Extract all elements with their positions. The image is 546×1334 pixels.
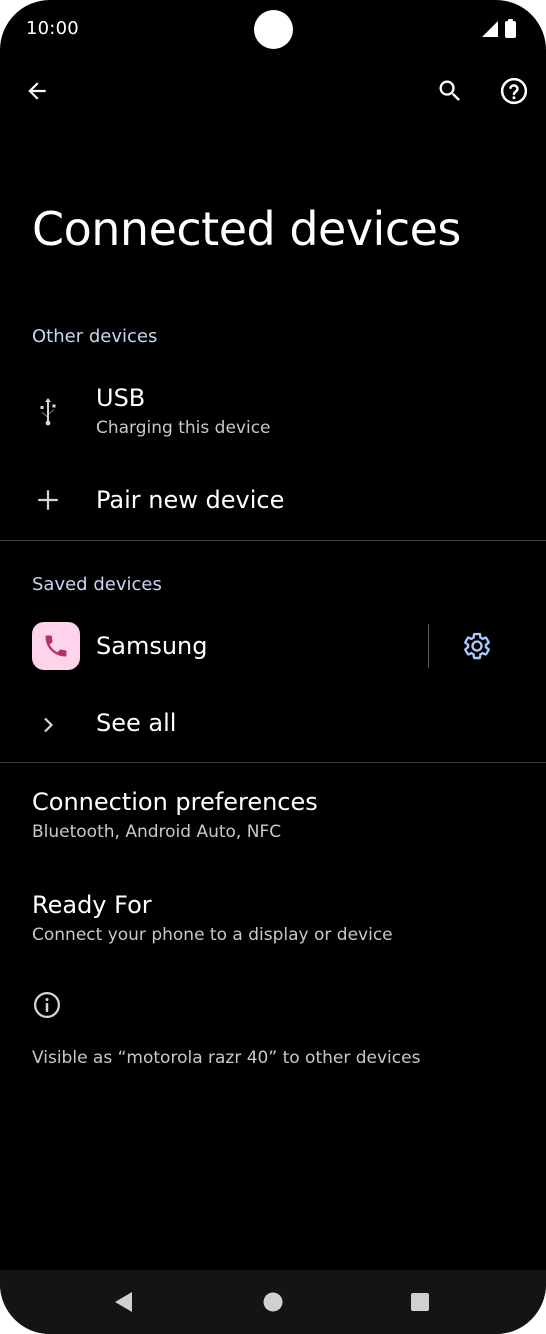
connection-preferences-title: Connection preferences bbox=[32, 788, 318, 816]
other-devices-header: Other devices bbox=[32, 326, 158, 347]
help-button[interactable] bbox=[492, 69, 536, 113]
pair-new-device-title: Pair new device bbox=[96, 486, 285, 514]
connection-preferences-row[interactable]: Connection preferences Bluetooth, Androi… bbox=[0, 782, 546, 858]
nav-home-button[interactable] bbox=[251, 1282, 295, 1322]
navigation-bar bbox=[0, 1270, 546, 1334]
phone-icon bbox=[45, 635, 67, 657]
info-icon bbox=[32, 990, 62, 1020]
back-button[interactable] bbox=[15, 69, 59, 113]
status-icons bbox=[480, 19, 520, 39]
nav-home-icon bbox=[263, 1292, 283, 1312]
saved-devices-header: Saved devices bbox=[32, 574, 162, 595]
gear-icon bbox=[464, 632, 490, 660]
usb-row[interactable]: USB Charging this device bbox=[0, 376, 546, 452]
plus-icon bbox=[30, 482, 66, 518]
usb-title: USB bbox=[96, 384, 146, 412]
help-circle-icon bbox=[500, 77, 528, 105]
ready-for-subtitle: Connect your phone to a display or devic… bbox=[32, 925, 393, 945]
search-button[interactable] bbox=[428, 69, 472, 113]
divider bbox=[0, 762, 546, 763]
device-avatar bbox=[32, 622, 80, 670]
nav-recents-button[interactable] bbox=[398, 1282, 442, 1322]
connection-preferences-subtitle: Bluetooth, Android Auto, NFC bbox=[32, 822, 282, 842]
status-time: 10:00 bbox=[26, 18, 79, 39]
phone-screen: 10:00 Connected devices Other devices US… bbox=[0, 0, 546, 1334]
usb-icon bbox=[30, 394, 66, 430]
see-all-row[interactable]: See all bbox=[0, 694, 546, 756]
visible-as-text: Visible as “motorola razr 40” to other d… bbox=[32, 1048, 421, 1068]
saved-device-name: Samsung bbox=[96, 632, 208, 660]
search-icon bbox=[439, 80, 460, 101]
nav-back-button[interactable] bbox=[102, 1282, 146, 1322]
nav-back-icon bbox=[115, 1292, 132, 1312]
arrow-back-icon bbox=[28, 82, 46, 100]
page-title: Connected devices bbox=[32, 202, 461, 256]
vertical-separator bbox=[428, 624, 429, 668]
ready-for-row[interactable]: Ready For Connect your phone to a displa… bbox=[0, 885, 546, 961]
see-all-title: See all bbox=[96, 709, 177, 737]
battery-icon bbox=[505, 19, 516, 38]
chevron-right-icon bbox=[30, 707, 66, 743]
divider bbox=[0, 540, 546, 541]
ready-for-title: Ready For bbox=[32, 891, 152, 919]
usb-subtitle: Charging this device bbox=[96, 418, 271, 438]
pair-new-device-row[interactable]: Pair new device bbox=[0, 470, 546, 534]
nav-recents-icon bbox=[411, 1293, 429, 1311]
camera-cutout bbox=[254, 10, 293, 49]
device-settings-button[interactable] bbox=[455, 624, 499, 668]
